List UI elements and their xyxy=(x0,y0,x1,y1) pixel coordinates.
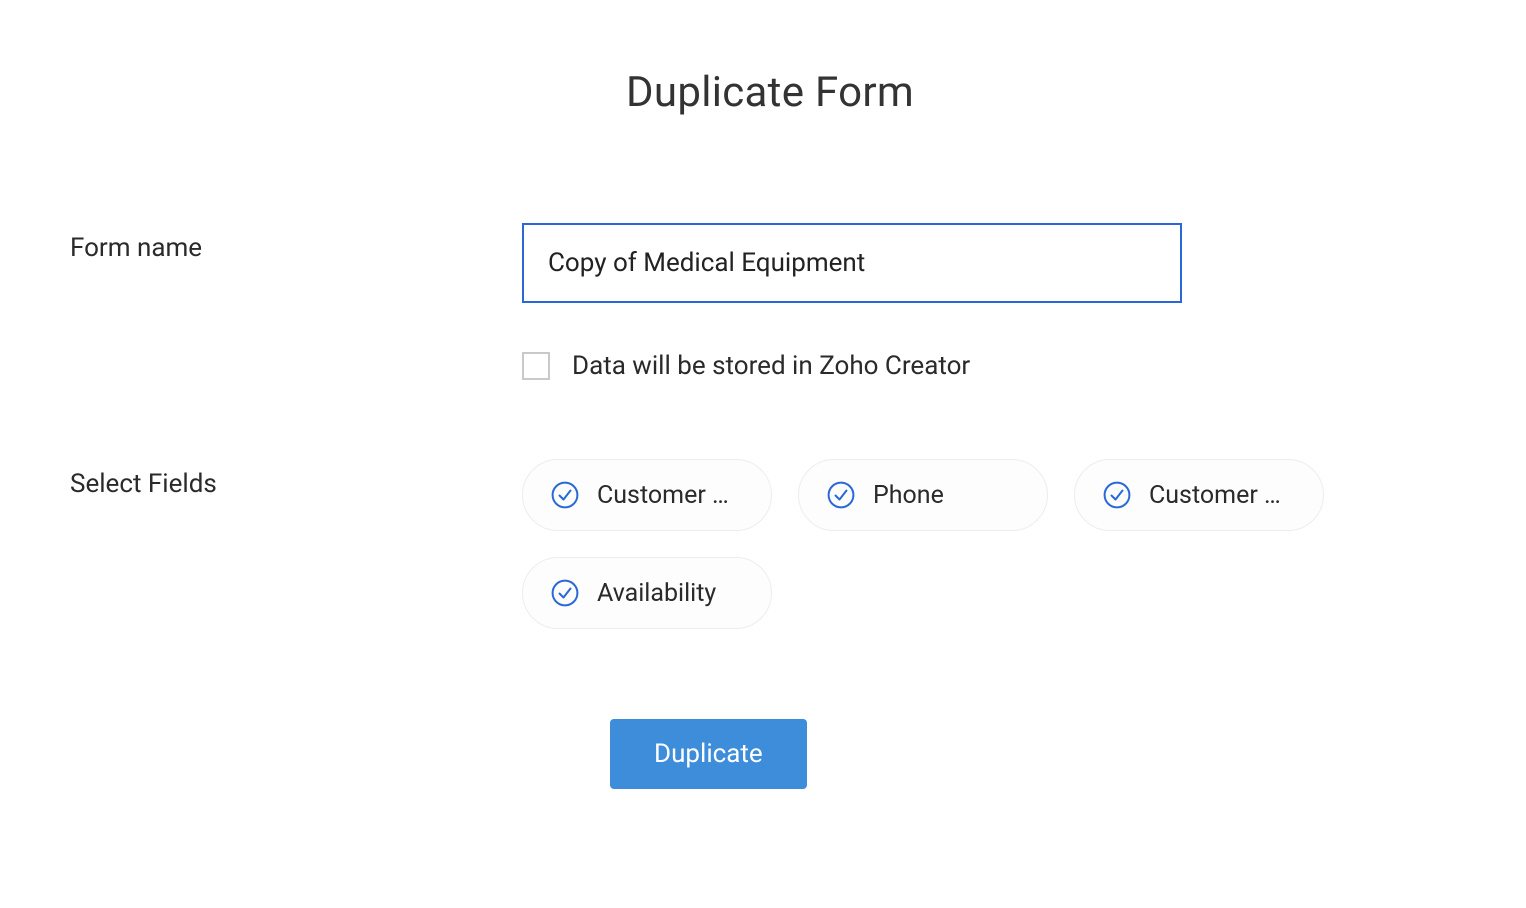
form-name-field-col xyxy=(522,223,1456,303)
field-pill-customer-email[interactable]: Customer Email xyxy=(1074,459,1324,531)
storage-checkbox-label: Data will be stored in Zoho Creator xyxy=(572,351,970,381)
field-pill-availability[interactable]: Availability xyxy=(522,557,772,629)
form-name-label: Form name xyxy=(70,223,522,263)
dialog-title: Duplicate Form xyxy=(520,68,1020,117)
field-pills: Customer Name Phone xyxy=(522,459,1456,629)
select-fields-row: Select Fields Customer Name xyxy=(70,459,1456,629)
field-pill-customer-name[interactable]: Customer Name xyxy=(522,459,772,531)
check-circle-icon xyxy=(1103,481,1131,509)
form-name-input[interactable] xyxy=(522,223,1182,303)
check-circle-icon xyxy=(551,579,579,607)
form-name-row: Form name xyxy=(70,223,1456,303)
field-pill-label: Customer Name xyxy=(597,481,737,510)
select-fields-col: Customer Name Phone xyxy=(522,459,1456,629)
check-circle-icon xyxy=(551,481,579,509)
field-pill-label: Phone xyxy=(873,481,944,510)
field-pill-label: Availability xyxy=(597,579,716,608)
duplicate-form-dialog: Duplicate Form Form name Data will be st… xyxy=(0,0,1526,789)
storage-checkbox-row: Data will be stored in Zoho Creator xyxy=(522,351,1456,381)
form-body: Form name Data will be stored in Zoho Cr… xyxy=(70,223,1456,789)
storage-checkbox[interactable] xyxy=(522,352,550,380)
actions-row: Duplicate xyxy=(610,719,1456,789)
check-circle-icon xyxy=(827,481,855,509)
field-pill-phone[interactable]: Phone xyxy=(798,459,1048,531)
duplicate-button[interactable]: Duplicate xyxy=(610,719,807,789)
select-fields-label: Select Fields xyxy=(70,459,522,499)
field-pill-label: Customer Email xyxy=(1149,481,1289,510)
